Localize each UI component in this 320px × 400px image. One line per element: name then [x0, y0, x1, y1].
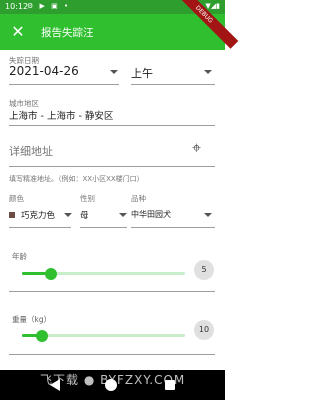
notification-icons: ⚙ ▶ ▣ • — [27, 2, 71, 10]
breed-value: 中华田园犬 — [131, 210, 171, 219]
gender-dropdown-icon — [119, 213, 127, 217]
address-placeholder: 详细地址 — [9, 145, 53, 158]
signal-battery-icon: ▼◢▮ — [205, 2, 220, 10]
lost-date-dropdown-icon — [110, 70, 118, 74]
age-underline — [9, 291, 215, 292]
watermark: 飞下载 ● BYFZXY.COM — [40, 373, 186, 387]
age-label: 年龄 — [12, 252, 27, 261]
time-of-day-value: 上午 — [131, 67, 153, 80]
locate-icon[interactable]: ⌖ — [192, 138, 201, 158]
lost-date-value: 2021-04-26 — [9, 64, 79, 78]
time-of-day-dropdown-icon — [204, 70, 212, 74]
gender-label: 性别 — [80, 194, 95, 203]
app-bar: ✕ 报告失踪汪 — [0, 14, 225, 50]
weight-underline — [9, 354, 215, 355]
lost-date-underline — [9, 84, 119, 85]
city-underline — [9, 125, 215, 126]
weight-slider-thumb[interactable] — [35, 330, 48, 342]
color-swatch — [9, 212, 15, 218]
color-value: 巧克力色 — [21, 211, 56, 221]
breed-underline — [131, 227, 215, 228]
weight-value-badge: 10 — [194, 320, 214, 340]
color-underline — [9, 227, 71, 228]
gender-underline — [80, 227, 127, 228]
age-slider-thumb[interactable] — [45, 268, 58, 280]
breed-label: 品种 — [131, 194, 146, 203]
city-value: 上海市 - 上海市 - 静安区 — [9, 111, 114, 122]
close-icon[interactable]: ✕ — [8, 22, 28, 42]
page-title: 报告失踪汪 — [41, 27, 94, 39]
color-dropdown-icon — [64, 213, 72, 217]
gender-value: 母 — [80, 211, 89, 221]
address-underline — [9, 166, 215, 167]
age-value-badge: 5 — [194, 260, 214, 280]
status-time: 10:12 — [5, 2, 29, 11]
time-of-day-underline — [131, 84, 215, 85]
color-label: 颜色 — [9, 194, 24, 203]
address-hint: 填写精准地址。（例如：XX小区XX楼门口） — [9, 175, 144, 183]
weight-label: 重量（kg） — [12, 315, 52, 324]
breed-dropdown-icon — [204, 213, 212, 217]
